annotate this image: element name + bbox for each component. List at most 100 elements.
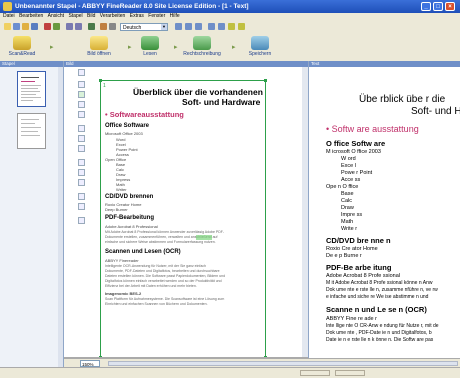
menu-window[interactable]: Fenster bbox=[148, 13, 165, 19]
chevron-down-icon[interactable]: ▼ bbox=[161, 24, 167, 30]
text-office-heading: O ffice Softw are bbox=[326, 139, 386, 148]
view-icon[interactable] bbox=[208, 23, 215, 30]
page-thumbnail-1[interactable] bbox=[17, 71, 46, 107]
task-bar: Scan&Read ▸ Bild öffnen ▸ Lesen ▸ Rechts… bbox=[0, 34, 460, 62]
text-scan-heading: Scanne n und Le se n (OCR) bbox=[326, 305, 427, 314]
new-batch-icon[interactable] bbox=[4, 23, 11, 30]
menu-batch[interactable]: Stapel bbox=[68, 13, 82, 19]
text-area-tool-icon[interactable] bbox=[78, 81, 85, 88]
task-save[interactable]: Speichern bbox=[240, 36, 280, 57]
check-icon[interactable] bbox=[228, 23, 235, 30]
doc-imagenomic-text: Scan Plattform für Aufnahmesysteme. Die … bbox=[105, 297, 225, 301]
select-tool-icon[interactable] bbox=[78, 69, 85, 76]
doc-cd-heading: CD/DVD brennen bbox=[105, 194, 154, 200]
recognize-icon[interactable] bbox=[88, 23, 95, 30]
text-title-line2: Soft- und H bbox=[411, 106, 460, 117]
help-icon[interactable] bbox=[238, 23, 245, 30]
text-pdf-text: e infache und siche re We ise abstimme n… bbox=[326, 294, 429, 300]
menu-process[interactable]: Verarbeiten bbox=[100, 13, 126, 19]
barcode-tool-icon[interactable] bbox=[78, 111, 85, 118]
delete-area-tool-icon[interactable] bbox=[78, 145, 85, 152]
rotate-tool-icon[interactable] bbox=[78, 193, 85, 200]
menu-view[interactable]: Ansicht bbox=[48, 13, 64, 19]
batch-panel: Stapel bbox=[0, 61, 64, 367]
menu-file[interactable]: Datei bbox=[3, 13, 15, 19]
save-toolbar-icon[interactable] bbox=[31, 23, 38, 30]
image-scrollbar[interactable] bbox=[302, 67, 308, 357]
scanner-icon bbox=[13, 36, 31, 50]
doc-scan-text: Digitalfotos können einfach verarbeitet … bbox=[105, 279, 222, 283]
task-label: Rechtschreibung bbox=[183, 51, 221, 57]
text-scan-text: Date ie n e rste lle n k önne n. Die Sof… bbox=[326, 337, 434, 343]
doc-title-line2: Soft- und Hardware bbox=[182, 97, 261, 107]
table-icon[interactable] bbox=[185, 23, 192, 30]
doc-scan-heading: Scannen und Lesen (OCR) bbox=[105, 249, 181, 255]
text-pdf-text: M it Adobe Acrobat 8 Profe ssional könne… bbox=[326, 280, 433, 286]
add-area-tool-icon[interactable] bbox=[78, 125, 85, 132]
menu-help[interactable]: Hilfe bbox=[170, 13, 180, 19]
table-area-tool-icon[interactable] bbox=[78, 91, 85, 98]
text-cd-heading: CD/DVD bre nne n bbox=[326, 236, 391, 245]
doc-section-software: • Softwareausstattung bbox=[105, 110, 184, 119]
order-tool-icon[interactable] bbox=[78, 217, 85, 224]
text-office-item: Exce l bbox=[341, 163, 356, 169]
status-field bbox=[300, 370, 330, 376]
minimize-button[interactable]: _ bbox=[421, 2, 431, 11]
text-pdf-heading: PDF-Be arbe itung bbox=[326, 263, 392, 272]
page-marker: 1 bbox=[103, 83, 106, 89]
doc-scan-text: Dateien erstellen können. Die Software p… bbox=[105, 274, 226, 278]
redo-icon[interactable] bbox=[75, 23, 82, 30]
hand-tool-icon[interactable] bbox=[78, 179, 85, 186]
layout-icon[interactable] bbox=[100, 23, 107, 30]
picture-area-tool-icon[interactable] bbox=[78, 101, 85, 108]
cut-area-tool-icon[interactable] bbox=[78, 135, 85, 142]
grid-icon[interactable] bbox=[175, 23, 182, 30]
doc-pdf-text: einfache und sichere Weise abstimmen und… bbox=[105, 240, 216, 244]
task-read[interactable]: Lesen bbox=[135, 36, 165, 57]
batch-scrollbar[interactable] bbox=[58, 67, 63, 367]
task-spellcheck[interactable]: Rechtschreibung bbox=[180, 36, 224, 57]
zoom-window-select[interactable]: 150% bbox=[80, 360, 100, 367]
title-bar: Unbenannter Stapel - ABBYY FineReader 8.… bbox=[0, 0, 460, 13]
options-icon[interactable] bbox=[109, 23, 116, 30]
doc-scan-sub: ABBYY Finereader bbox=[105, 258, 139, 263]
view2-icon[interactable] bbox=[218, 23, 225, 30]
text-scan-text: Inte llige nte O CR-Anw e ndung für Nutz… bbox=[326, 323, 439, 329]
task-scanread[interactable]: Scan&Read bbox=[2, 36, 42, 57]
save-icon bbox=[251, 36, 269, 50]
image-pane: Bild 1 Überblick über die vorhandenen So… bbox=[64, 61, 309, 368]
read-toolbar-icon[interactable] bbox=[44, 23, 51, 30]
menu-edit[interactable]: Bearbeiten bbox=[19, 13, 43, 19]
zoom-out-tool-icon[interactable] bbox=[78, 169, 85, 176]
menu-image[interactable]: Bild bbox=[87, 13, 95, 19]
language-value: Deutsch bbox=[123, 25, 142, 31]
maximize-button[interactable]: □ bbox=[433, 2, 443, 11]
invert-tool-icon[interactable] bbox=[78, 203, 85, 210]
image-pane-header: Bild bbox=[64, 61, 308, 67]
text-scan-text: Dok ume nte , PDF-Date ie n und Digitalf… bbox=[326, 330, 432, 336]
spellcheck-icon bbox=[193, 36, 211, 50]
text-openoffice-item: Draw bbox=[341, 205, 354, 211]
text-pane-header: Text bbox=[309, 61, 460, 67]
page-thumbnail-2[interactable] bbox=[17, 113, 46, 149]
send-icon[interactable] bbox=[53, 23, 60, 30]
text-cd-item: Roxio Cre ator Home bbox=[326, 246, 378, 252]
picture-icon[interactable] bbox=[195, 23, 202, 30]
doc-scan-text: Intelligente OCR-Anwendung für Nutzer, m… bbox=[105, 264, 206, 268]
open-icon[interactable] bbox=[22, 23, 29, 30]
zoom-in-tool-icon[interactable] bbox=[78, 159, 85, 166]
doc-pdf-text: Mit Adobe Acrobat 8 Professional können … bbox=[105, 230, 225, 234]
task-open-image[interactable]: Bild öffnen bbox=[80, 36, 118, 57]
zoom-scrollbar[interactable] bbox=[108, 361, 458, 366]
text-pdf-text: Dok ume nte e rste lle n, zusamme nführe… bbox=[326, 287, 438, 293]
text-openoffice-item: Base bbox=[341, 191, 354, 197]
scan-icon[interactable] bbox=[13, 23, 20, 30]
menu-tools[interactable]: Extras bbox=[130, 13, 144, 19]
text-office-item: Powe r Point bbox=[341, 170, 373, 176]
menu-bar: Datei Bearbeiten Ansicht Stapel Bild Ver… bbox=[0, 13, 460, 20]
close-button[interactable]: × bbox=[445, 2, 455, 11]
undo-icon[interactable] bbox=[66, 23, 73, 30]
language-select[interactable]: Deutsch ▼ bbox=[120, 23, 168, 31]
batch-panel-header: Stapel bbox=[0, 61, 63, 67]
read-icon bbox=[141, 36, 159, 50]
